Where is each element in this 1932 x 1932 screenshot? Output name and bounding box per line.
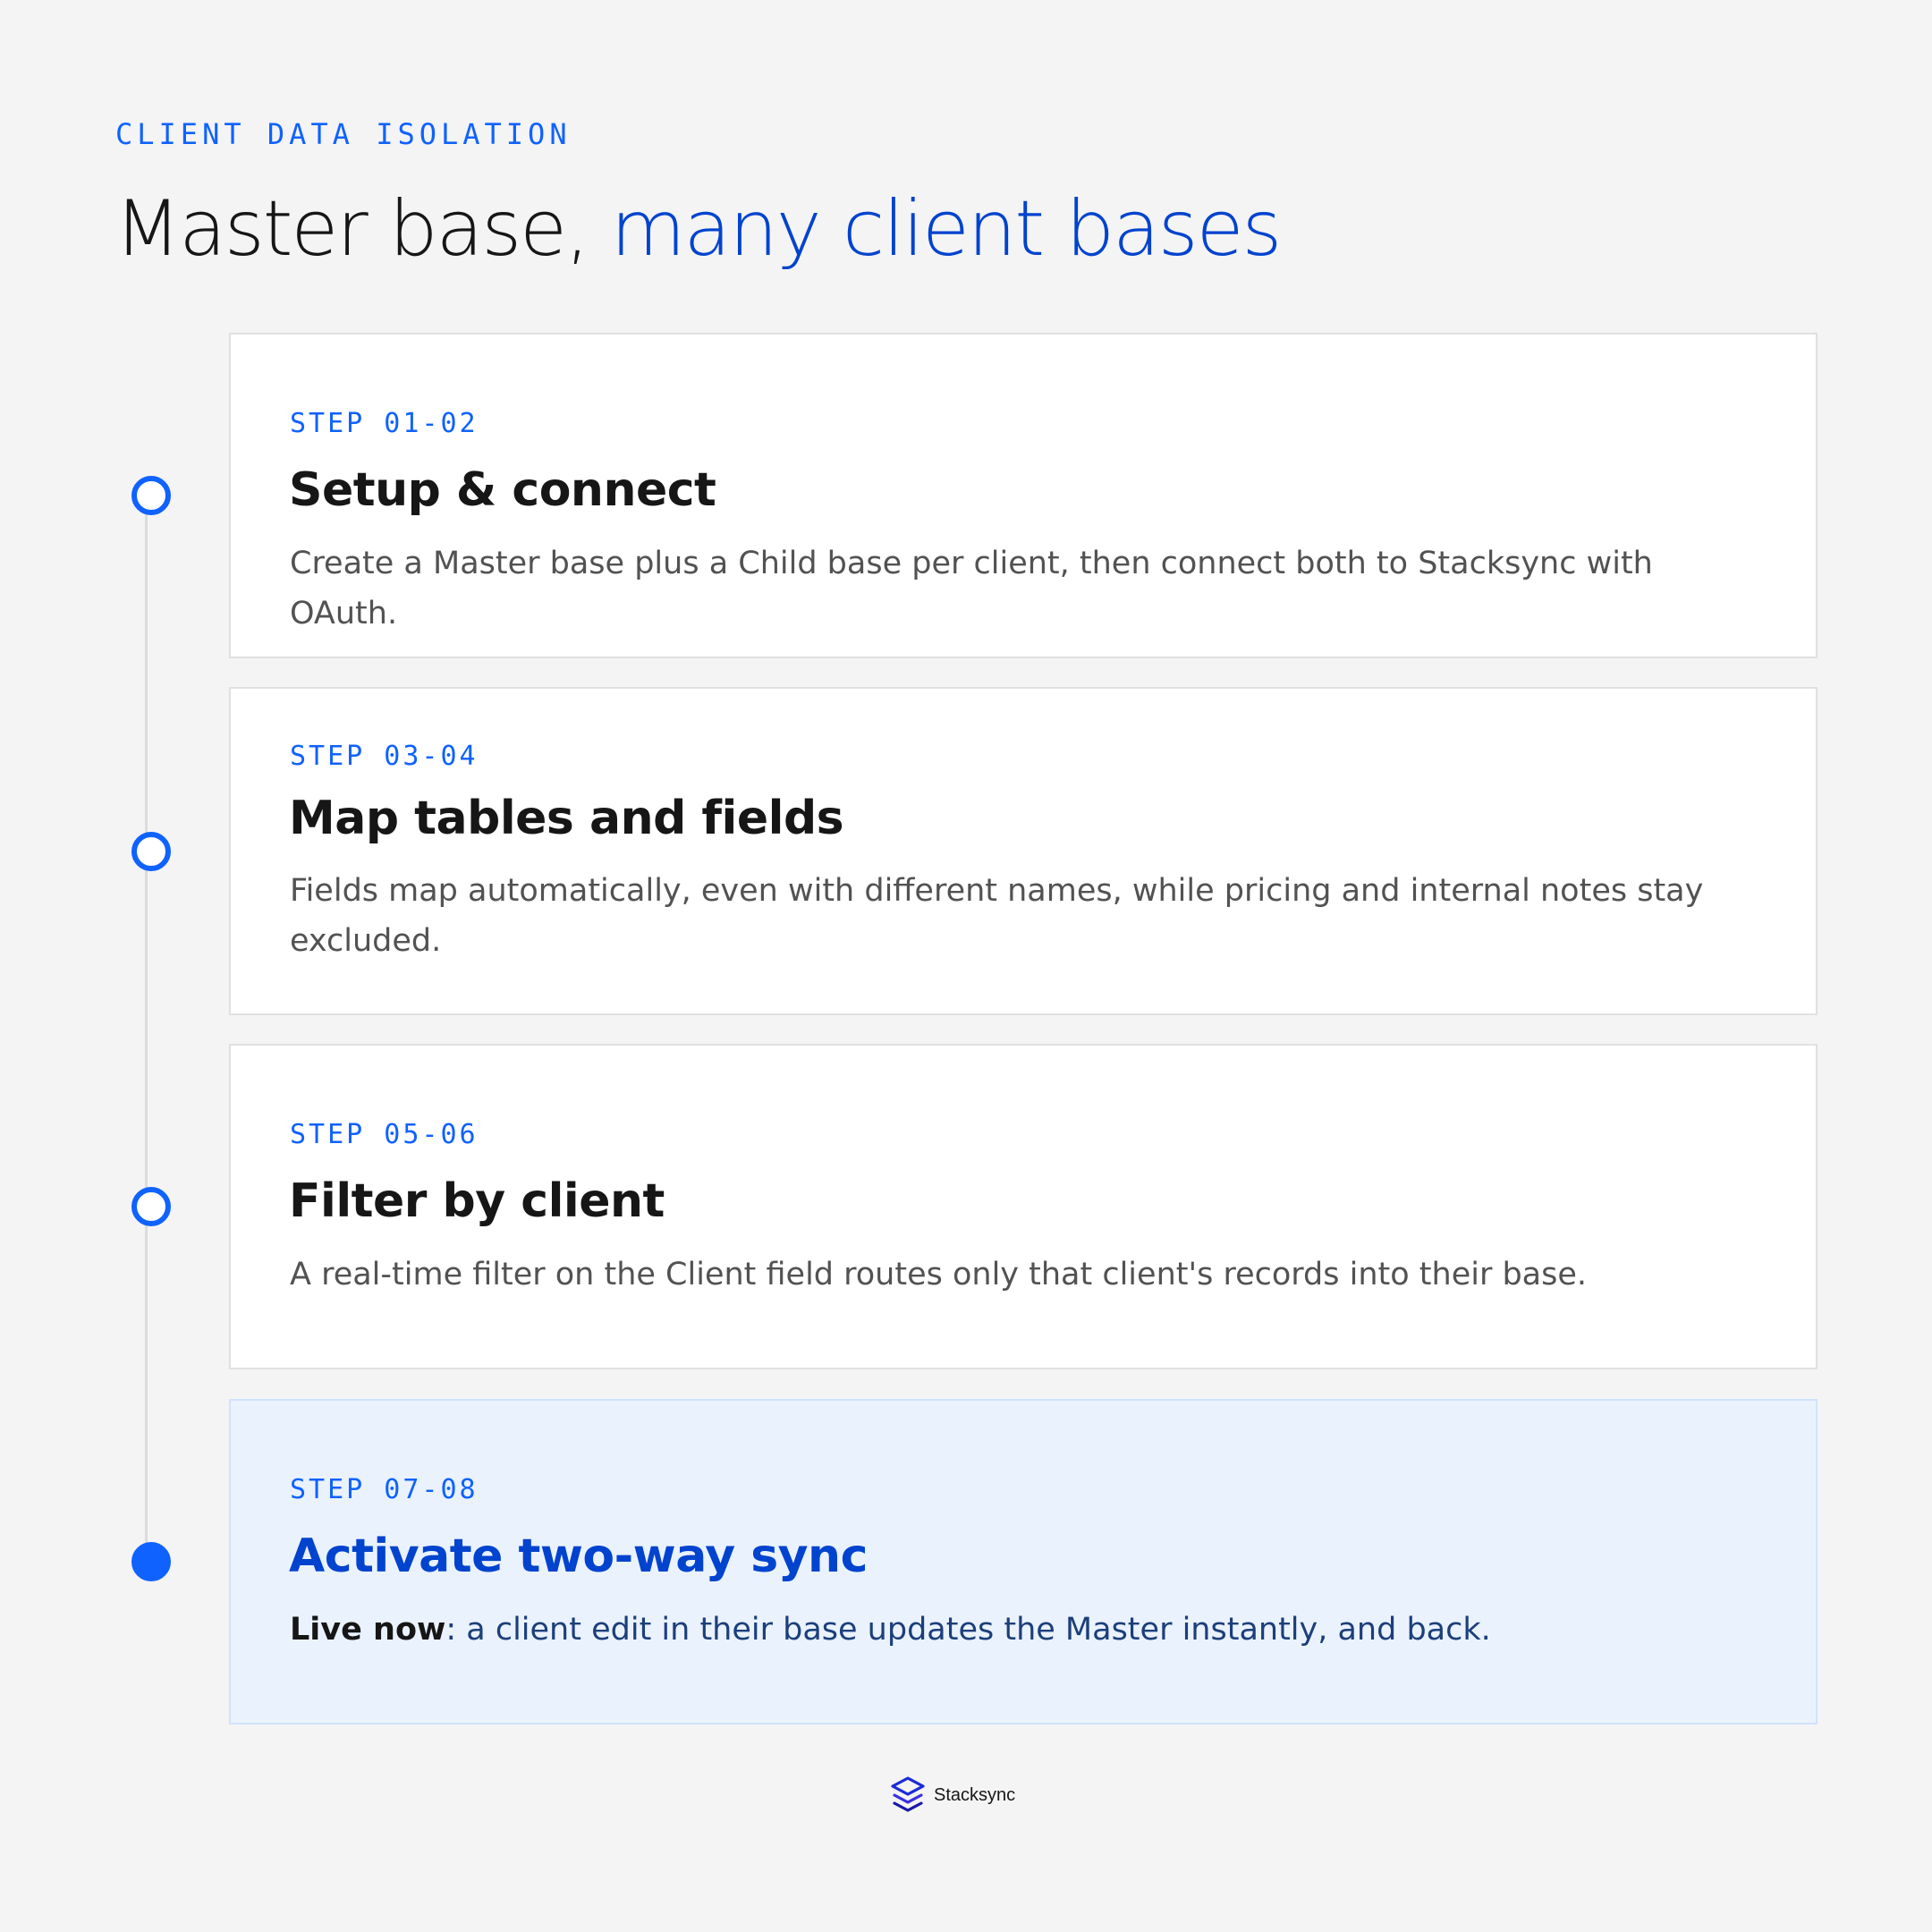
step-card-map-tables: STEP 03-04 Map tables and fields Fields … <box>229 687 1818 1015</box>
step-description-text: : a client edit in their base updates th… <box>445 1612 1491 1648</box>
step-number: STEP 05-06 <box>290 1119 479 1150</box>
stacksync-logo-icon <box>889 1775 927 1816</box>
step-card-filter-client: STEP 05-06 Filter by client A real-time … <box>229 1044 1818 1369</box>
timeline-dot-step-1 <box>131 476 171 515</box>
brand-name: Stacksync <box>934 1785 1016 1805</box>
step-card-two-way-sync: STEP 07-08 Activate two-way sync Live no… <box>229 1399 1818 1724</box>
timeline-dot-step-3 <box>131 1187 171 1226</box>
step-title: Filter by client <box>289 1174 665 1228</box>
step-title: Setup & connect <box>289 463 716 517</box>
footer-brand: Stacksync <box>889 1775 1015 1816</box>
step-number: STEP 01-02 <box>290 408 479 439</box>
step-number: STEP 03-04 <box>290 741 479 772</box>
step-description: Live now: a client edit in their base up… <box>290 1605 1757 1655</box>
timeline-dot-step-2 <box>131 832 171 871</box>
step-description: A real-time filter on the Client field r… <box>290 1257 1588 1292</box>
step-title: Activate two-way sync <box>289 1530 868 1583</box>
section-eyebrow: CLIENT DATA ISOLATION <box>115 117 572 151</box>
page-title-plain: Master base, <box>114 184 589 274</box>
timeline-rail <box>145 496 148 1561</box>
live-now-label: Live now <box>290 1612 446 1648</box>
step-title: Map tables and fields <box>289 792 844 845</box>
step-number: STEP 07-08 <box>290 1474 479 1505</box>
page-title-accent: many client bases <box>610 184 1283 274</box>
step-description: Create a Master base plus a Child base p… <box>290 546 1653 631</box>
step-description: Fields map automatically, even with diff… <box>290 873 1704 959</box>
page-title: Master base, many client bases <box>114 175 1283 283</box>
step-card-setup-connect: STEP 01-02 Setup & connect Create a Mast… <box>229 333 1818 658</box>
timeline-dot-step-4-active <box>131 1542 171 1581</box>
